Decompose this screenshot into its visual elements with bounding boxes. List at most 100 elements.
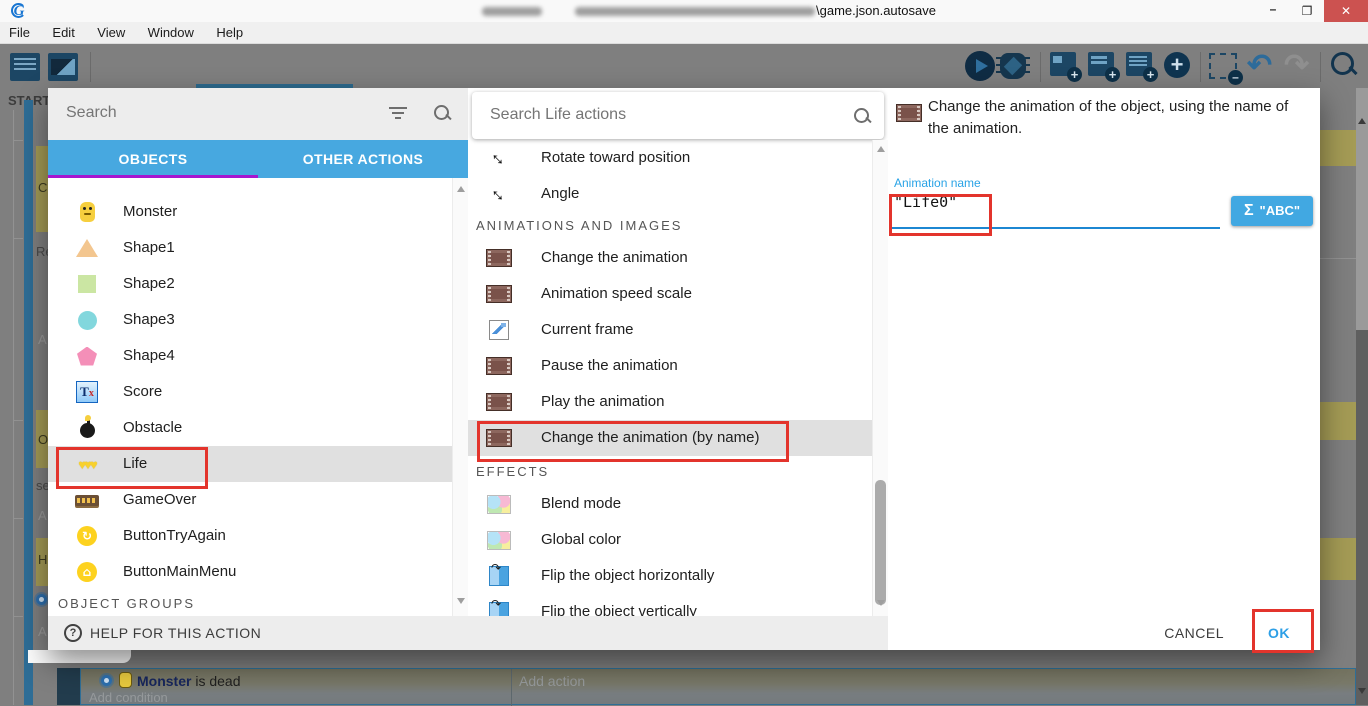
- dialog-bottom-corner: [28, 650, 131, 663]
- objects-search-input[interactable]: [64, 103, 368, 123]
- actions-scrollbar[interactable]: [872, 140, 888, 616]
- toolbar-divider: [1040, 52, 1041, 82]
- scroll-down-arrow-icon[interactable]: [1358, 688, 1366, 694]
- actions-search-input[interactable]: [488, 105, 792, 125]
- scroll-up-arrow-icon[interactable]: [457, 186, 465, 192]
- object-label: Obstacle: [123, 419, 182, 436]
- preview-play-icon[interactable]: [965, 51, 995, 81]
- menu-edit[interactable]: Edit: [43, 22, 83, 40]
- tab-other-actions[interactable]: OTHER ACTIONS: [258, 140, 468, 178]
- condition-gear-icon: [36, 594, 47, 605]
- action-row-change-animation[interactable]: Change the animation: [468, 240, 872, 276]
- scroll-down-arrow-icon[interactable]: [457, 598, 465, 604]
- film-strip-icon: [486, 249, 512, 267]
- action-row-rotate-toward-position[interactable]: Rotate toward position: [468, 140, 872, 176]
- action-label: Flip the object vertically: [541, 603, 697, 616]
- expression-editor-button[interactable]: Σ"ABC": [1231, 196, 1313, 226]
- action-label: Flip the object horizontally: [541, 567, 714, 584]
- condition-action-divider: [511, 669, 512, 706]
- objects-list: Monster Shape1 Shape2 Shape3 Shape4 Scor…: [48, 178, 468, 616]
- event-text-fragment: A: [38, 332, 47, 347]
- restore-button[interactable]: ❐: [1292, 0, 1322, 22]
- scene-editor-icon[interactable]: [48, 53, 78, 81]
- action-row-pause-animation[interactable]: Pause the animation: [468, 348, 872, 384]
- scroll-up-arrow-icon[interactable]: [877, 146, 885, 152]
- event-margin-block: [57, 668, 80, 705]
- tab-objects[interactable]: OBJECTS: [48, 140, 258, 178]
- search-icon[interactable]: [854, 108, 869, 123]
- object-label: Score: [123, 383, 162, 400]
- objects-scrollbar[interactable]: [452, 178, 468, 616]
- square-icon: [78, 275, 96, 293]
- object-row-shape1[interactable]: Shape1: [48, 230, 452, 266]
- event-row[interactable]: Monster is dead Add condition Add action: [80, 668, 1356, 705]
- object-row-buttonmainmenu[interactable]: ⌂ ButtonMainMenu: [48, 554, 452, 590]
- menu-view[interactable]: View: [88, 22, 134, 40]
- annotation-box-change-animation-by-name: [477, 421, 789, 462]
- text-object-icon: [76, 381, 98, 403]
- add-condition-link[interactable]: Add condition: [89, 690, 168, 705]
- effects-section-header: EFFECTS: [476, 464, 549, 479]
- tree-tick: [13, 518, 23, 519]
- condition-suffix: is dead: [191, 673, 240, 689]
- undo-icon[interactable]: ↶: [1247, 48, 1272, 83]
- action-row-animation-speed-scale[interactable]: Animation speed scale: [468, 276, 872, 312]
- retry-button-icon: ↻: [77, 526, 97, 546]
- main-toolbar: ↶ ↷: [0, 46, 1368, 88]
- add-circle-icon[interactable]: [1164, 52, 1190, 78]
- menu-file[interactable]: File: [0, 22, 39, 40]
- blend-colors-icon: [487, 495, 511, 514]
- help-for-this-action-link[interactable]: HELP FOR THIS ACTION: [90, 625, 261, 641]
- action-row-blend-mode[interactable]: Blend mode: [468, 486, 872, 522]
- add-event-icon[interactable]: [1050, 52, 1076, 76]
- objects-tab-bar: OBJECTS OTHER ACTIONS: [48, 140, 468, 178]
- events-sheet-icon[interactable]: [10, 53, 40, 81]
- menu-help[interactable]: Help: [207, 22, 252, 40]
- scroll-down-arrow-icon[interactable]: [877, 600, 885, 606]
- object-row-buttontryagain[interactable]: ↻ ButtonTryAgain: [48, 518, 452, 554]
- search-events-icon[interactable]: [1331, 52, 1354, 75]
- annotation-box-life-object: [56, 447, 208, 489]
- expression-abc-label: "ABC": [1260, 203, 1301, 218]
- object-row-score[interactable]: Score: [48, 374, 452, 410]
- monster-sprite-icon: [80, 202, 95, 222]
- selected-event-fragment: [1320, 402, 1356, 440]
- add-sub-event-icon[interactable]: [1088, 52, 1114, 76]
- object-row-obstacle[interactable]: Obstacle: [48, 410, 452, 446]
- object-row-shape4[interactable]: Shape4: [48, 338, 452, 374]
- filter-icon[interactable]: [388, 107, 408, 121]
- action-row-flip-horizontally[interactable]: Flip the object horizontally: [468, 558, 872, 594]
- action-row-global-color[interactable]: Global color: [468, 522, 872, 558]
- object-row-monster[interactable]: Monster: [48, 194, 452, 230]
- action-row-flip-vertically[interactable]: Flip the object vertically: [468, 594, 872, 616]
- debugger-bug-icon[interactable]: [1000, 53, 1026, 79]
- film-strip-icon: [486, 357, 512, 375]
- actions-list: Rotate toward position Angle ANIMATIONS …: [468, 140, 888, 616]
- redo-icon[interactable]: ↷: [1284, 48, 1309, 83]
- event-text-fragment: A: [38, 624, 47, 639]
- tree-tick: [13, 616, 23, 617]
- object-row-shape3[interactable]: Shape3: [48, 302, 452, 338]
- actions-scrollbar-thumb[interactable]: [875, 480, 886, 605]
- tree-tick: [13, 420, 23, 421]
- event-text-fragment: H: [38, 552, 47, 567]
- film-strip-icon: [896, 104, 922, 122]
- search-icon[interactable]: [434, 105, 449, 120]
- add-comment-icon[interactable]: [1126, 52, 1152, 76]
- objects-panel: OBJECTS OTHER ACTIONS Monster Shape1 Sha…: [48, 88, 468, 650]
- close-button[interactable]: ✕: [1324, 0, 1368, 22]
- cancel-button[interactable]: CANCEL: [1164, 625, 1224, 641]
- dialog-footer-left: ? HELP FOR THIS ACTION: [48, 616, 888, 650]
- scroll-up-arrow-icon[interactable]: [1358, 118, 1366, 124]
- minimize-button[interactable]: –: [1258, 0, 1288, 22]
- toolbar-divider: [1200, 52, 1201, 82]
- object-row-shape2[interactable]: Shape2: [48, 266, 452, 302]
- action-row-current-frame[interactable]: Current frame: [468, 312, 872, 348]
- remove-selection-icon[interactable]: [1209, 53, 1237, 79]
- action-row-angle[interactable]: Angle: [468, 176, 872, 212]
- action-row-play-animation[interactable]: Play the animation: [468, 384, 872, 420]
- events-scrollbar-thumb[interactable]: [1356, 330, 1368, 705]
- selected-event-fragment: [1320, 130, 1356, 166]
- menu-window[interactable]: Window: [139, 22, 203, 40]
- add-action-link[interactable]: Add action: [519, 673, 585, 689]
